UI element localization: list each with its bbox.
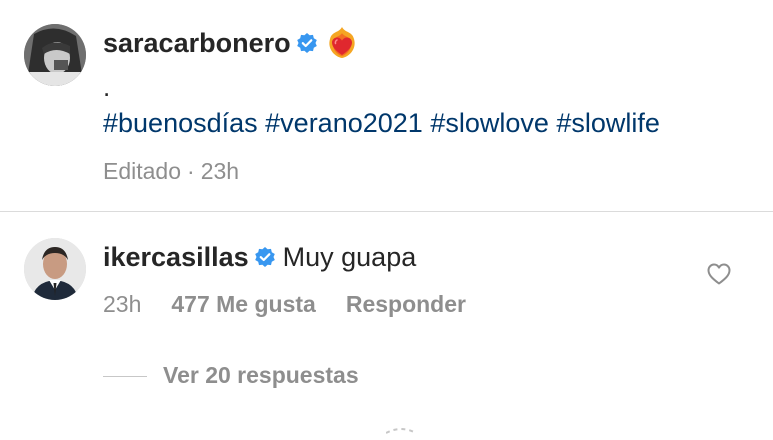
hashtag-link[interactable]: #slowlove bbox=[430, 108, 549, 138]
edited-label: Editado bbox=[103, 158, 182, 184]
meta-separator: · bbox=[187, 158, 195, 184]
comment-header: ikercasillas Muy guapa bbox=[103, 242, 416, 274]
post-username[interactable]: saracarbonero bbox=[103, 28, 291, 58]
comment-text: Muy guapa bbox=[282, 242, 417, 272]
commenter-photo bbox=[24, 238, 86, 300]
verified-badge-icon bbox=[296, 33, 317, 58]
comment-timestamp[interactable]: 23h bbox=[103, 291, 141, 317]
hashtag-link[interactable]: #slowlife bbox=[556, 108, 660, 138]
heart-on-fire-emoji-icon bbox=[325, 25, 359, 64]
comment-likes[interactable]: 477 Me gusta bbox=[171, 291, 315, 317]
commenter-avatar[interactable] bbox=[24, 238, 86, 300]
view-replies-label: Ver 20 respuestas bbox=[163, 362, 359, 388]
hashtag-link[interactable]: #verano2021 bbox=[265, 108, 423, 138]
caption-text: . bbox=[103, 72, 111, 102]
replies-rule bbox=[103, 376, 147, 378]
reply-button[interactable]: Responder bbox=[346, 291, 466, 317]
loading-indicator-icon bbox=[385, 422, 417, 440]
post-timestamp[interactable]: 23h bbox=[201, 158, 239, 184]
post-author-avatar[interactable] bbox=[24, 24, 86, 86]
post-author-photo bbox=[24, 24, 86, 86]
view-replies-button[interactable]: Ver 20 respuestas bbox=[103, 362, 359, 389]
section-divider bbox=[0, 211, 773, 212]
heart-outline-icon[interactable] bbox=[707, 263, 731, 290]
caption-hashtags: #buenosdías #verano2021 #slowlove #slowl… bbox=[103, 108, 660, 139]
verified-badge-icon bbox=[254, 247, 275, 272]
comment-actions: 23h 477 Me gusta Responder bbox=[103, 291, 466, 318]
post-meta: Editado · 23h bbox=[103, 158, 239, 185]
hashtag-link[interactable]: #buenosdías bbox=[103, 108, 258, 138]
comment-username[interactable]: ikercasillas bbox=[103, 242, 249, 272]
post-header: saracarbonero bbox=[103, 25, 359, 67]
